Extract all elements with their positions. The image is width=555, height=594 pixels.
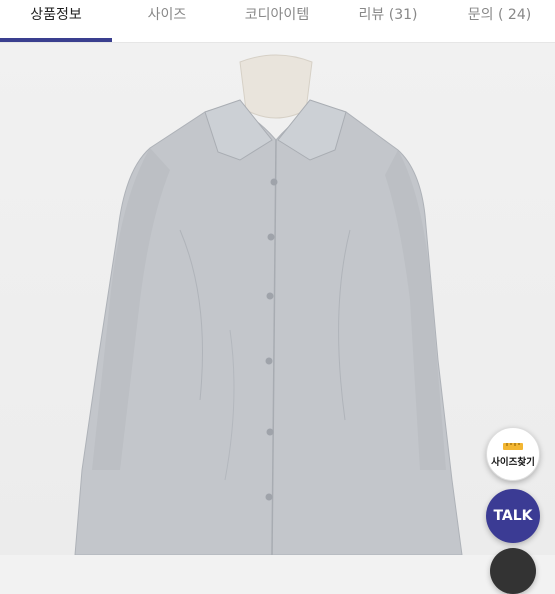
product-tab-bar: 상품정보 사이즈 코디아이템 리뷰 (31) 문의 ( 24) (0, 0, 555, 43)
talk-label: TALK (493, 508, 533, 524)
size-finder-label: 사이즈찾기 (491, 457, 535, 468)
shirt-button (265, 493, 273, 501)
size-finder-button[interactable]: 사이즈찾기 (486, 427, 540, 481)
tab-size[interactable]: 사이즈 (112, 0, 222, 42)
tab-product-info[interactable]: 상품정보 (0, 0, 112, 42)
active-tab-indicator (0, 38, 112, 42)
ruler-icon (503, 443, 523, 450)
product-photo (0, 43, 555, 556)
tab-inquiries[interactable]: 문의 ( 24) (444, 0, 555, 42)
shirt-button (267, 233, 275, 241)
shirt-button (266, 428, 274, 436)
tab-coordi-items[interactable]: 코디아이템 (222, 0, 332, 42)
shirt-button (265, 357, 273, 365)
shirt-button (266, 292, 274, 300)
shirt-on-mannequin-image (74, 54, 463, 556)
shirt-button (270, 178, 278, 186)
talk-chat-button[interactable]: TALK (486, 489, 540, 543)
tab-reviews[interactable]: 리뷰 (31) (332, 0, 444, 42)
mannequin-neck (239, 54, 313, 119)
